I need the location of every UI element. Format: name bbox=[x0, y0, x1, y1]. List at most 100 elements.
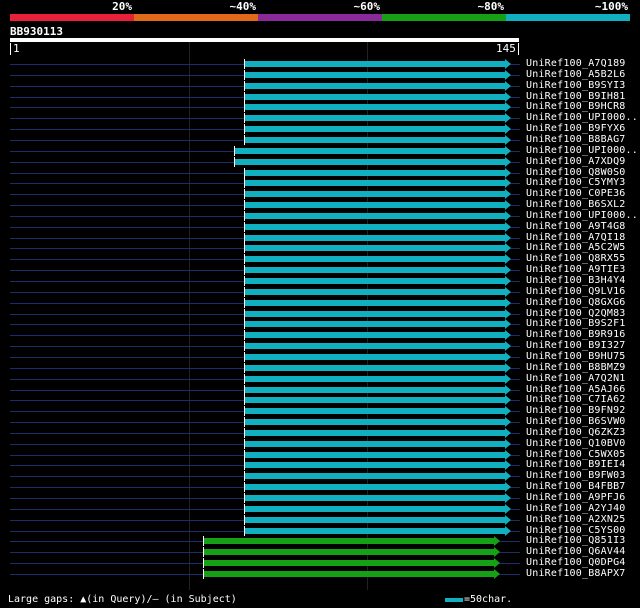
alignment-start-cap bbox=[244, 189, 245, 199]
alignment-bar[interactable] bbox=[244, 352, 505, 362]
alignment-bar[interactable] bbox=[244, 385, 505, 395]
alignment-bar[interactable] bbox=[244, 276, 505, 286]
alignment-arrow-icon bbox=[494, 536, 500, 546]
legend-swatch bbox=[382, 14, 506, 21]
alignment-start-cap bbox=[244, 385, 245, 395]
alignment-arrow-icon bbox=[505, 493, 511, 503]
alignment-start-cap bbox=[244, 482, 245, 492]
alignment-bar[interactable] bbox=[244, 406, 505, 416]
alignment-start-cap bbox=[244, 178, 245, 188]
alignment-arrow-icon bbox=[505, 341, 511, 351]
alignment-arrow-icon bbox=[505, 363, 511, 373]
alignment-bar[interactable] bbox=[244, 493, 505, 503]
alignment-bar[interactable] bbox=[234, 157, 505, 167]
alignment-start-cap bbox=[244, 450, 245, 460]
alignment-bar[interactable] bbox=[244, 515, 505, 525]
alignment-arrow-icon bbox=[505, 450, 511, 460]
alignment-bar[interactable] bbox=[244, 254, 505, 264]
alignment-bar[interactable] bbox=[244, 135, 505, 145]
alignment-start-cap bbox=[234, 157, 235, 167]
alignment-bar[interactable] bbox=[244, 243, 505, 253]
alignment-bar[interactable] bbox=[234, 146, 505, 156]
query-id: BB930113 bbox=[10, 25, 63, 38]
alignment-start-cap bbox=[244, 471, 245, 481]
alignment-bar[interactable] bbox=[244, 439, 505, 449]
alignment-bar[interactable] bbox=[244, 428, 505, 438]
alignment-arrow-icon bbox=[505, 406, 511, 416]
legend-label: ~60% bbox=[353, 0, 381, 13]
alignment-bar[interactable] bbox=[203, 569, 494, 579]
alignment-bar[interactable] bbox=[244, 287, 505, 297]
alignment-arrow-icon bbox=[505, 233, 511, 243]
identity-legend-labels: 20% ~40% ~60% ~80% ~100% bbox=[10, 0, 630, 13]
alignment-start-cap bbox=[244, 363, 245, 373]
alignment-arrow-icon bbox=[505, 265, 511, 275]
alignment-bar[interactable] bbox=[244, 298, 505, 308]
hit-row[interactable]: UniRef100_B8APX7 bbox=[10, 568, 630, 580]
alignment-bar[interactable] bbox=[244, 450, 505, 460]
alignment-start-cap bbox=[244, 243, 245, 253]
alignment-bar[interactable] bbox=[244, 309, 505, 319]
legend-swatch bbox=[506, 14, 630, 21]
alignment-arrow-icon bbox=[505, 113, 511, 123]
alignment-bar[interactable] bbox=[244, 70, 505, 80]
alignment-arrow-icon bbox=[505, 178, 511, 188]
alignment-bar[interactable] bbox=[203, 536, 494, 546]
alignment-start-cap bbox=[244, 298, 245, 308]
alignment-bar[interactable] bbox=[244, 92, 505, 102]
alignment-start-cap bbox=[244, 59, 245, 69]
alignment-bar[interactable] bbox=[244, 319, 505, 329]
alignment-start-cap bbox=[244, 504, 245, 514]
legend-label: ~40% bbox=[229, 0, 257, 13]
alignment-arrow-icon bbox=[505, 482, 511, 492]
alignment-bar[interactable] bbox=[244, 113, 505, 123]
alignment-bar[interactable] bbox=[244, 482, 505, 492]
alignment-bar[interactable] bbox=[203, 547, 494, 557]
alignment-bar[interactable] bbox=[244, 200, 505, 210]
alignment-bar[interactable] bbox=[244, 460, 505, 470]
alignment-arrow-icon bbox=[494, 569, 500, 579]
alignment-bar[interactable] bbox=[203, 558, 494, 568]
alignment-bar[interactable] bbox=[244, 178, 505, 188]
alignment-bar[interactable] bbox=[244, 374, 505, 384]
alignment-arrow-icon bbox=[505, 352, 511, 362]
legend-label: ~80% bbox=[477, 0, 505, 13]
alignment-bar[interactable] bbox=[244, 59, 505, 69]
alignment-arrow-icon bbox=[505, 374, 511, 384]
alignment-bar[interactable] bbox=[244, 417, 505, 427]
alignment-bar[interactable] bbox=[244, 81, 505, 91]
alignment-start-cap bbox=[203, 558, 204, 568]
hit-list: UniRef100_A7Q189 UniRef100_A5B2L6 UniRef10… bbox=[10, 58, 638, 589]
alignment-start-cap bbox=[244, 81, 245, 91]
alignment-start-cap bbox=[244, 265, 245, 275]
alignment-bar[interactable] bbox=[244, 341, 505, 351]
alignment-bar[interactable] bbox=[244, 395, 505, 405]
alignment-bar[interactable] bbox=[244, 330, 505, 340]
legend-swatch bbox=[134, 14, 258, 21]
alignment-arrow-icon bbox=[505, 276, 511, 286]
legend-swatch bbox=[258, 14, 382, 21]
alignment-bar[interactable] bbox=[244, 124, 505, 134]
alignment-start-cap bbox=[244, 330, 245, 340]
alignment-arrow-icon bbox=[505, 309, 511, 319]
alignment-bar[interactable] bbox=[244, 363, 505, 373]
alignment-arrow-icon bbox=[505, 417, 511, 427]
alignment-bar[interactable] bbox=[244, 471, 505, 481]
alignment-bar[interactable] bbox=[244, 526, 505, 536]
hit-label[interactable]: UniRef100_B8APX7 bbox=[526, 568, 626, 580]
alignment-bar[interactable] bbox=[244, 168, 505, 178]
alignment-start-cap bbox=[244, 102, 245, 112]
alignment-arrow-icon bbox=[505, 439, 511, 449]
alignment-bar[interactable] bbox=[244, 102, 505, 112]
alignment-arrow-icon bbox=[505, 385, 511, 395]
alignment-bar[interactable] bbox=[244, 504, 505, 514]
alignment-start-cap bbox=[234, 146, 235, 156]
alignment-start-cap bbox=[244, 526, 245, 536]
alignment-bar[interactable] bbox=[244, 222, 505, 232]
alignment-bar[interactable] bbox=[244, 189, 505, 199]
alignment-start-cap bbox=[244, 254, 245, 264]
alignment-start-cap bbox=[244, 515, 245, 525]
alignment-bar[interactable] bbox=[244, 211, 505, 221]
alignment-bar[interactable] bbox=[244, 265, 505, 275]
alignment-bar[interactable] bbox=[244, 233, 505, 243]
